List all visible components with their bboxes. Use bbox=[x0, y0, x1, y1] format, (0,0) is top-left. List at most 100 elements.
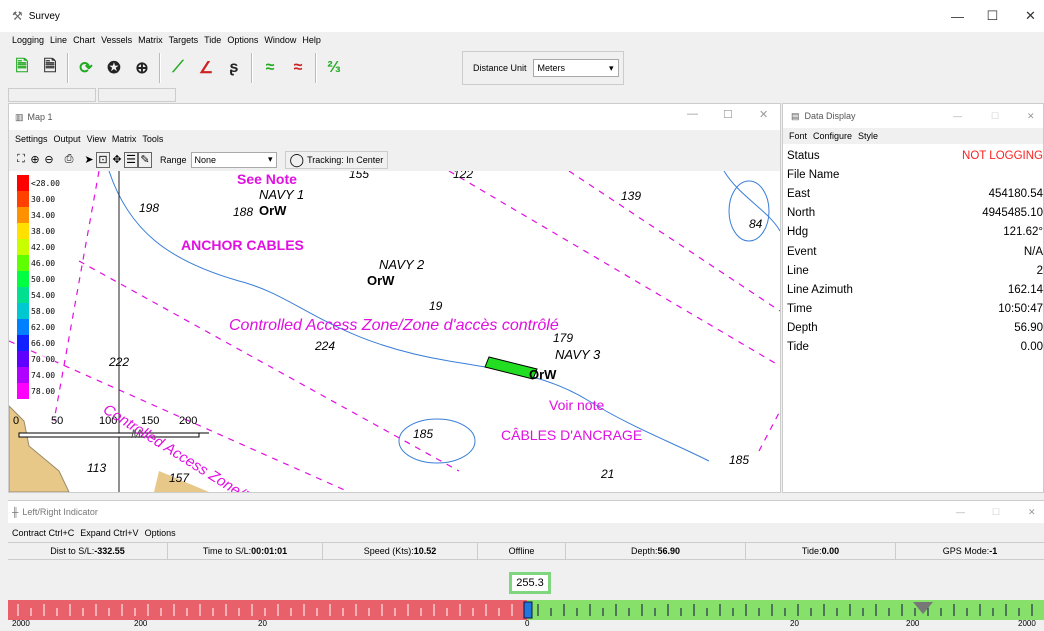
depth-legend: <28.00 30.00 34.00 38.00 42.00 46.00 50.00 54.0… bbox=[17, 175, 65, 399]
zoom-out-icon[interactable]: ⊖ bbox=[42, 152, 56, 168]
legend-label: 46.00 bbox=[31, 258, 56, 268]
depth-contour bbox=[108, 171, 710, 462]
map-menu-tools[interactable]: Tools bbox=[142, 134, 163, 144]
legend-label: 30.00 bbox=[31, 194, 56, 204]
lr-minimize-button[interactable]: — bbox=[956, 507, 965, 517]
calculator-icon[interactable]: ⅔ bbox=[320, 53, 348, 83]
depth-contour bbox=[398, 418, 476, 464]
stat-label: Time to S/L: bbox=[202, 546, 252, 556]
distance-unit-select[interactable]: Meters ▾ bbox=[532, 59, 619, 77]
tracking-button[interactable]: ◯ Tracking: In Center bbox=[284, 150, 389, 169]
stat-gps: GPS Mode: -1 bbox=[896, 543, 1044, 559]
map-menu-matrix[interactable]: Matrix bbox=[112, 134, 137, 144]
lr-close-button[interactable]: ✕ bbox=[1028, 507, 1036, 518]
stat-label: Speed (Kts): bbox=[363, 546, 414, 556]
pencil-icon[interactable]: ✎ bbox=[138, 151, 152, 168]
legend-entry: 38.00 bbox=[17, 223, 65, 239]
legend-swatch bbox=[17, 239, 29, 255]
map-minimize-button[interactable]: — bbox=[687, 108, 698, 120]
legend-label: 66.00 bbox=[31, 338, 56, 348]
lr-title-bar: ╫ Left/Right Indicator — ☐ ✕ bbox=[8, 501, 1044, 523]
map-maximize-button[interactable]: ☐ bbox=[723, 108, 733, 121]
pointer-icon[interactable]: ➤ bbox=[82, 152, 96, 168]
toolbar-separator bbox=[159, 53, 161, 83]
fit-extent-icon[interactable]: ⛶ bbox=[14, 152, 28, 168]
stat-time: Time to S/L: 00:01:01 bbox=[168, 543, 323, 559]
scale-label: 200 bbox=[179, 415, 198, 427]
remove-tide-icon[interactable]: ≈ bbox=[284, 53, 312, 83]
tracking-icon: ◯ bbox=[289, 151, 305, 167]
menu-logging[interactable]: Logging bbox=[12, 35, 44, 45]
map-menu-output[interactable]: Output bbox=[54, 134, 81, 144]
menu-line[interactable]: Line bbox=[50, 35, 67, 45]
data-display-title: Data Display bbox=[804, 111, 856, 121]
menu-matrix[interactable]: Matrix bbox=[138, 35, 163, 45]
data-label: North bbox=[787, 207, 816, 220]
zoom-in-icon[interactable]: ⊕ bbox=[28, 152, 42, 168]
data-maximize-button[interactable]: ☐ bbox=[991, 111, 999, 122]
data-menu-font[interactable]: Font bbox=[789, 131, 807, 141]
depth-sounding: 185 bbox=[729, 453, 750, 467]
data-menu-configure[interactable]: Configure bbox=[813, 131, 852, 141]
data-label: Tide bbox=[787, 341, 809, 354]
left-right-indicator-window: ╫ Left/Right Indicator — ☐ ✕ Contract Ct… bbox=[8, 500, 1044, 631]
data-menu-style[interactable]: Style bbox=[858, 131, 878, 141]
print-icon[interactable]: ⎙ bbox=[62, 152, 76, 168]
vessel-options-icon[interactable]: ✪ bbox=[100, 53, 128, 83]
data-display-title-bar: ▤ Data Display — ☐ ✕ bbox=[783, 104, 1043, 128]
data-value: 56.90 bbox=[1014, 322, 1043, 335]
menu-targets[interactable]: Targets bbox=[169, 35, 199, 45]
stat-offline: Offline bbox=[478, 543, 566, 559]
add-line-icon[interactable]: ⟋ bbox=[164, 53, 192, 83]
tab-stub[interactable] bbox=[98, 88, 176, 102]
tab-stub[interactable] bbox=[8, 88, 96, 102]
add-vessel-icon[interactable]: ⟳ bbox=[72, 53, 100, 83]
legend-swatch bbox=[17, 287, 29, 303]
vessel-target-icon[interactable]: ⊕ bbox=[128, 53, 156, 83]
nautical-chart[interactable]: <28.00 30.00 34.00 38.00 42.00 46.00 50.00 54.0… bbox=[9, 171, 780, 492]
legend-label: 70.00 bbox=[31, 354, 56, 364]
lr-menu-options[interactable]: Options bbox=[145, 528, 176, 538]
data-value: 0.00 bbox=[1020, 341, 1043, 354]
log-file-icon[interactable]: 🗎 bbox=[36, 53, 64, 83]
new-log-icon[interactable]: 🗎 bbox=[8, 53, 36, 83]
menu-window[interactable]: Window bbox=[264, 35, 296, 45]
lr-maximize-button[interactable]: ☐ bbox=[992, 507, 1000, 518]
title-bar: ⚒ Survey — ☐ ✕ bbox=[0, 0, 1044, 32]
map-menu-view[interactable]: View bbox=[87, 134, 106, 144]
zoom-box-icon[interactable]: ⊡ bbox=[96, 151, 110, 168]
stat-value: 10.52 bbox=[413, 546, 437, 556]
add-tide-icon[interactable]: ≈ bbox=[256, 53, 284, 83]
data-close-button[interactable]: ✕ bbox=[1027, 111, 1035, 122]
map-menu-settings[interactable]: Settings bbox=[15, 134, 48, 144]
chart-label: See Note bbox=[237, 171, 297, 187]
data-minimize-button[interactable]: — bbox=[953, 111, 962, 121]
range-select[interactable]: None ▾ bbox=[190, 151, 277, 168]
stat-label: GPS Mode: bbox=[942, 546, 990, 556]
map-title: Map 1 bbox=[27, 112, 53, 122]
data-label: Event bbox=[787, 245, 817, 258]
menu-help[interactable]: Help bbox=[302, 35, 321, 45]
close-button[interactable]: ✕ bbox=[1008, 0, 1044, 32]
toolbar-separator bbox=[67, 53, 69, 83]
menu-vessels[interactable]: Vessels bbox=[101, 35, 132, 45]
lr-menu-contract[interactable]: Contract Ctrl+C bbox=[12, 528, 74, 538]
legend-swatch bbox=[17, 383, 29, 399]
lr-menu-expand[interactable]: Expand Ctrl+V bbox=[80, 528, 138, 538]
data-row: Line Azimuth 162.14 bbox=[783, 280, 1043, 299]
legend-swatch bbox=[17, 319, 29, 335]
map-close-button[interactable]: ✕ bbox=[759, 108, 768, 121]
chevron-down-icon: ▾ bbox=[609, 62, 614, 73]
tick-label: 0 bbox=[525, 619, 530, 628]
menu-options[interactable]: Options bbox=[227, 35, 258, 45]
bar-scale: 2000 200 20 0 20 200 2000 bbox=[8, 619, 1044, 631]
edit-list-icon[interactable]: ☰ bbox=[124, 151, 138, 168]
bar-svg bbox=[8, 600, 1044, 620]
menu-chart[interactable]: Chart bbox=[73, 35, 95, 45]
navy-label: NAVY 2 bbox=[379, 257, 425, 272]
edit-line-icon[interactable]: ∠ bbox=[192, 53, 220, 83]
menu-tide[interactable]: Tide bbox=[204, 35, 221, 45]
curve-line-icon[interactable]: ʂ bbox=[220, 53, 248, 83]
pan-icon[interactable]: ✥ bbox=[110, 152, 124, 168]
data-label: Status bbox=[787, 149, 820, 162]
